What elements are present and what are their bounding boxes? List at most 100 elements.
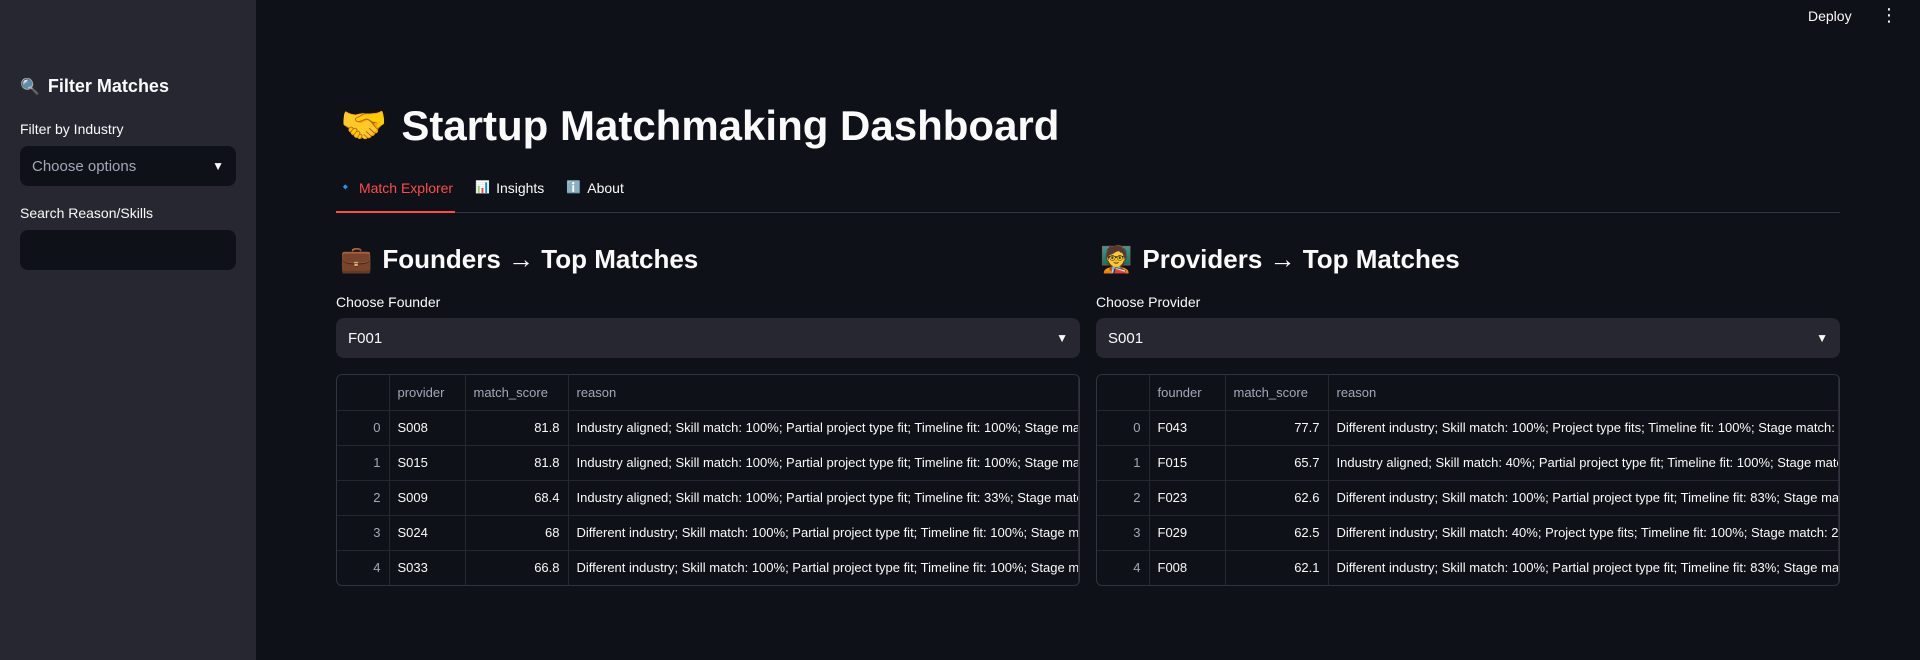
founder-cell[interactable]: F043 [1149, 410, 1226, 446]
founders-title-text: Founders → Top Matches [382, 244, 699, 274]
provider-select[interactable]: S001 ▼ [1096, 318, 1840, 358]
teacher-icon: 🧑‍🏫 [1100, 244, 1133, 274]
founder-selected-value: F001 [348, 329, 383, 347]
page-title: 🤝 Startup Matchmaking Dashboard [340, 102, 1059, 150]
reason-cell[interactable]: Different industry; Skill match: 100%; P… [568, 550, 1079, 585]
column-header[interactable]: match_score [465, 375, 569, 411]
industry-multiselect[interactable]: Choose options ▼ [20, 146, 236, 186]
chevron-down-icon: ▼ [1056, 331, 1068, 345]
table-row[interactable]: 1 S015 81.8 Industry aligned; Skill matc… [337, 445, 1079, 481]
row-index: 4 [1097, 550, 1150, 585]
sidebar-title: 🔍 Filter Matches [20, 76, 169, 97]
bar-chart-icon: 📊 [475, 180, 491, 194]
sidebar: 🔍 Filter Matches Filter by Industry Choo… [0, 0, 256, 660]
founder-cell[interactable]: F029 [1149, 515, 1226, 551]
table-row[interactable]: 2 S009 68.4 Industry aligned; Skill matc… [337, 480, 1079, 516]
provider-selected-value: S001 [1108, 329, 1144, 347]
provider-cell[interactable]: S024 [389, 515, 466, 551]
column-header[interactable]: reason [568, 375, 1079, 411]
deploy-button[interactable]: Deploy [1808, 8, 1852, 24]
match-score-cell[interactable]: 68 [465, 515, 569, 551]
tab-insights[interactable]: 📊 Insights [473, 180, 546, 213]
row-index: 0 [1097, 410, 1150, 446]
row-index: 4 [337, 550, 390, 585]
column-header[interactable]: founder [1149, 375, 1226, 411]
reason-cell[interactable]: Industry aligned; Skill match: 100%; Par… [568, 480, 1079, 516]
row-index: 1 [337, 445, 390, 481]
providers-section-title: 🧑‍🏫 Providers → Top Matches [1100, 244, 1460, 275]
row-index: 2 [337, 480, 390, 516]
sidebar-title-text: Filter Matches [47, 76, 169, 96]
tab-label: About [587, 180, 624, 196]
match-score-cell[interactable]: 62.5 [1225, 515, 1329, 551]
table-row[interactable]: 0 S008 81.8 Industry aligned; Skill matc… [337, 410, 1079, 446]
search-icon: 🔍 [20, 78, 40, 96]
reason-cell[interactable]: Different industry; Skill match: 100%; P… [1328, 410, 1839, 446]
row-index: 3 [1097, 515, 1150, 551]
table-row[interactable]: 3 S024 68 Different industry; Skill matc… [337, 515, 1079, 551]
reason-cell[interactable]: Different industry; Skill match: 100%; P… [568, 515, 1079, 551]
reason-cell[interactable]: Different industry; Skill match: 100%; P… [1328, 480, 1839, 516]
table-row[interactable]: 1 F015 65.7 Industry aligned; Skill matc… [1097, 445, 1839, 481]
info-icon: ℹ️ [566, 180, 582, 194]
providers-title-text: Providers → Top Matches [1142, 244, 1460, 274]
table-header-row: provider match_score reason [337, 375, 1079, 411]
founders-table[interactable]: provider match_score reason 0 S008 81.8 … [336, 374, 1080, 586]
column-header[interactable]: provider [389, 375, 466, 411]
founder-cell[interactable]: F015 [1149, 445, 1226, 481]
column-header[interactable]: match_score [1225, 375, 1329, 411]
match-score-cell[interactable]: 68.4 [465, 480, 569, 516]
match-score-cell[interactable]: 62.6 [1225, 480, 1329, 516]
tab-about[interactable]: ℹ️ About [564, 180, 626, 213]
industry-placeholder: Choose options [32, 157, 137, 175]
providers-table[interactable]: founder match_score reason 0 F043 77.7 D… [1096, 374, 1840, 586]
row-index: 2 [1097, 480, 1150, 516]
match-score-cell[interactable]: 66.8 [465, 550, 569, 585]
match-score-cell[interactable]: 77.7 [1225, 410, 1329, 446]
match-score-cell[interactable]: 81.8 [465, 410, 569, 446]
founder-select-label: Choose Founder [336, 294, 441, 310]
match-score-cell[interactable]: 81.8 [465, 445, 569, 481]
search-reason-input[interactable] [20, 230, 236, 270]
briefcase-icon: 💼 [340, 244, 373, 274]
tab-label: Insights [496, 180, 545, 196]
table-row[interactable]: 0 F043 77.7 Different industry; Skill ma… [1097, 410, 1839, 446]
tab-match-explorer[interactable]: 🔹 Match Explorer [336, 180, 456, 213]
founder-cell[interactable]: F023 [1149, 480, 1226, 516]
table-row[interactable]: 3 F029 62.5 Different industry; Skill ma… [1097, 515, 1839, 551]
column-header[interactable] [337, 375, 390, 411]
handshake-icon: 🤝 [340, 105, 388, 147]
reason-cell[interactable]: Different industry; Skill match: 40%; Pr… [1328, 515, 1839, 551]
founder-cell[interactable]: F008 [1149, 550, 1226, 585]
founders-section-title: 💼 Founders → Top Matches [340, 244, 698, 275]
reason-cell[interactable]: Industry aligned; Skill match: 100%; Par… [568, 445, 1079, 481]
row-index: 3 [337, 515, 390, 551]
reason-cell[interactable]: Industry aligned; Skill match: 100%; Par… [568, 410, 1079, 446]
app-root: 🔍 Filter Matches Filter by Industry Choo… [0, 0, 1920, 660]
search-label: Search Reason/Skills [20, 205, 154, 221]
provider-cell[interactable]: S015 [389, 445, 466, 481]
provider-select-label: Choose Provider [1096, 294, 1201, 310]
column-header[interactable] [1097, 375, 1150, 411]
match-score-cell[interactable]: 65.7 [1225, 445, 1329, 481]
table-row[interactable]: 4 F008 62.1 Different industry; Skill ma… [1097, 550, 1839, 585]
table-row[interactable]: 2 F023 62.6 Different industry; Skill ma… [1097, 480, 1839, 516]
provider-cell[interactable]: S009 [389, 480, 466, 516]
row-index: 1 [1097, 445, 1150, 481]
table-header-row: founder match_score reason [1097, 375, 1839, 411]
chevron-down-icon: ▼ [212, 159, 224, 173]
table-row[interactable]: 4 S033 66.8 Different industry; Skill ma… [337, 550, 1079, 585]
reason-cell[interactable]: Different industry; Skill match: 100%; P… [1328, 550, 1839, 585]
industry-filter-label: Filter by Industry [20, 121, 124, 137]
diamond-icon: 🔹 [338, 180, 353, 194]
tab-bar: 🔹 Match Explorer 📊 Insights ℹ️ About [336, 180, 1840, 213]
founder-select[interactable]: F001 ▼ [336, 318, 1080, 358]
provider-cell[interactable]: S008 [389, 410, 466, 446]
provider-cell[interactable]: S033 [389, 550, 466, 585]
main-menu-icon[interactable]: ⋮ [1880, 6, 1898, 24]
chevron-down-icon: ▼ [1816, 331, 1828, 345]
reason-cell[interactable]: Industry aligned; Skill match: 40%; Part… [1328, 445, 1839, 481]
column-header[interactable]: reason [1328, 375, 1839, 411]
match-score-cell[interactable]: 62.1 [1225, 550, 1329, 585]
tab-label: Match Explorer [358, 180, 454, 196]
